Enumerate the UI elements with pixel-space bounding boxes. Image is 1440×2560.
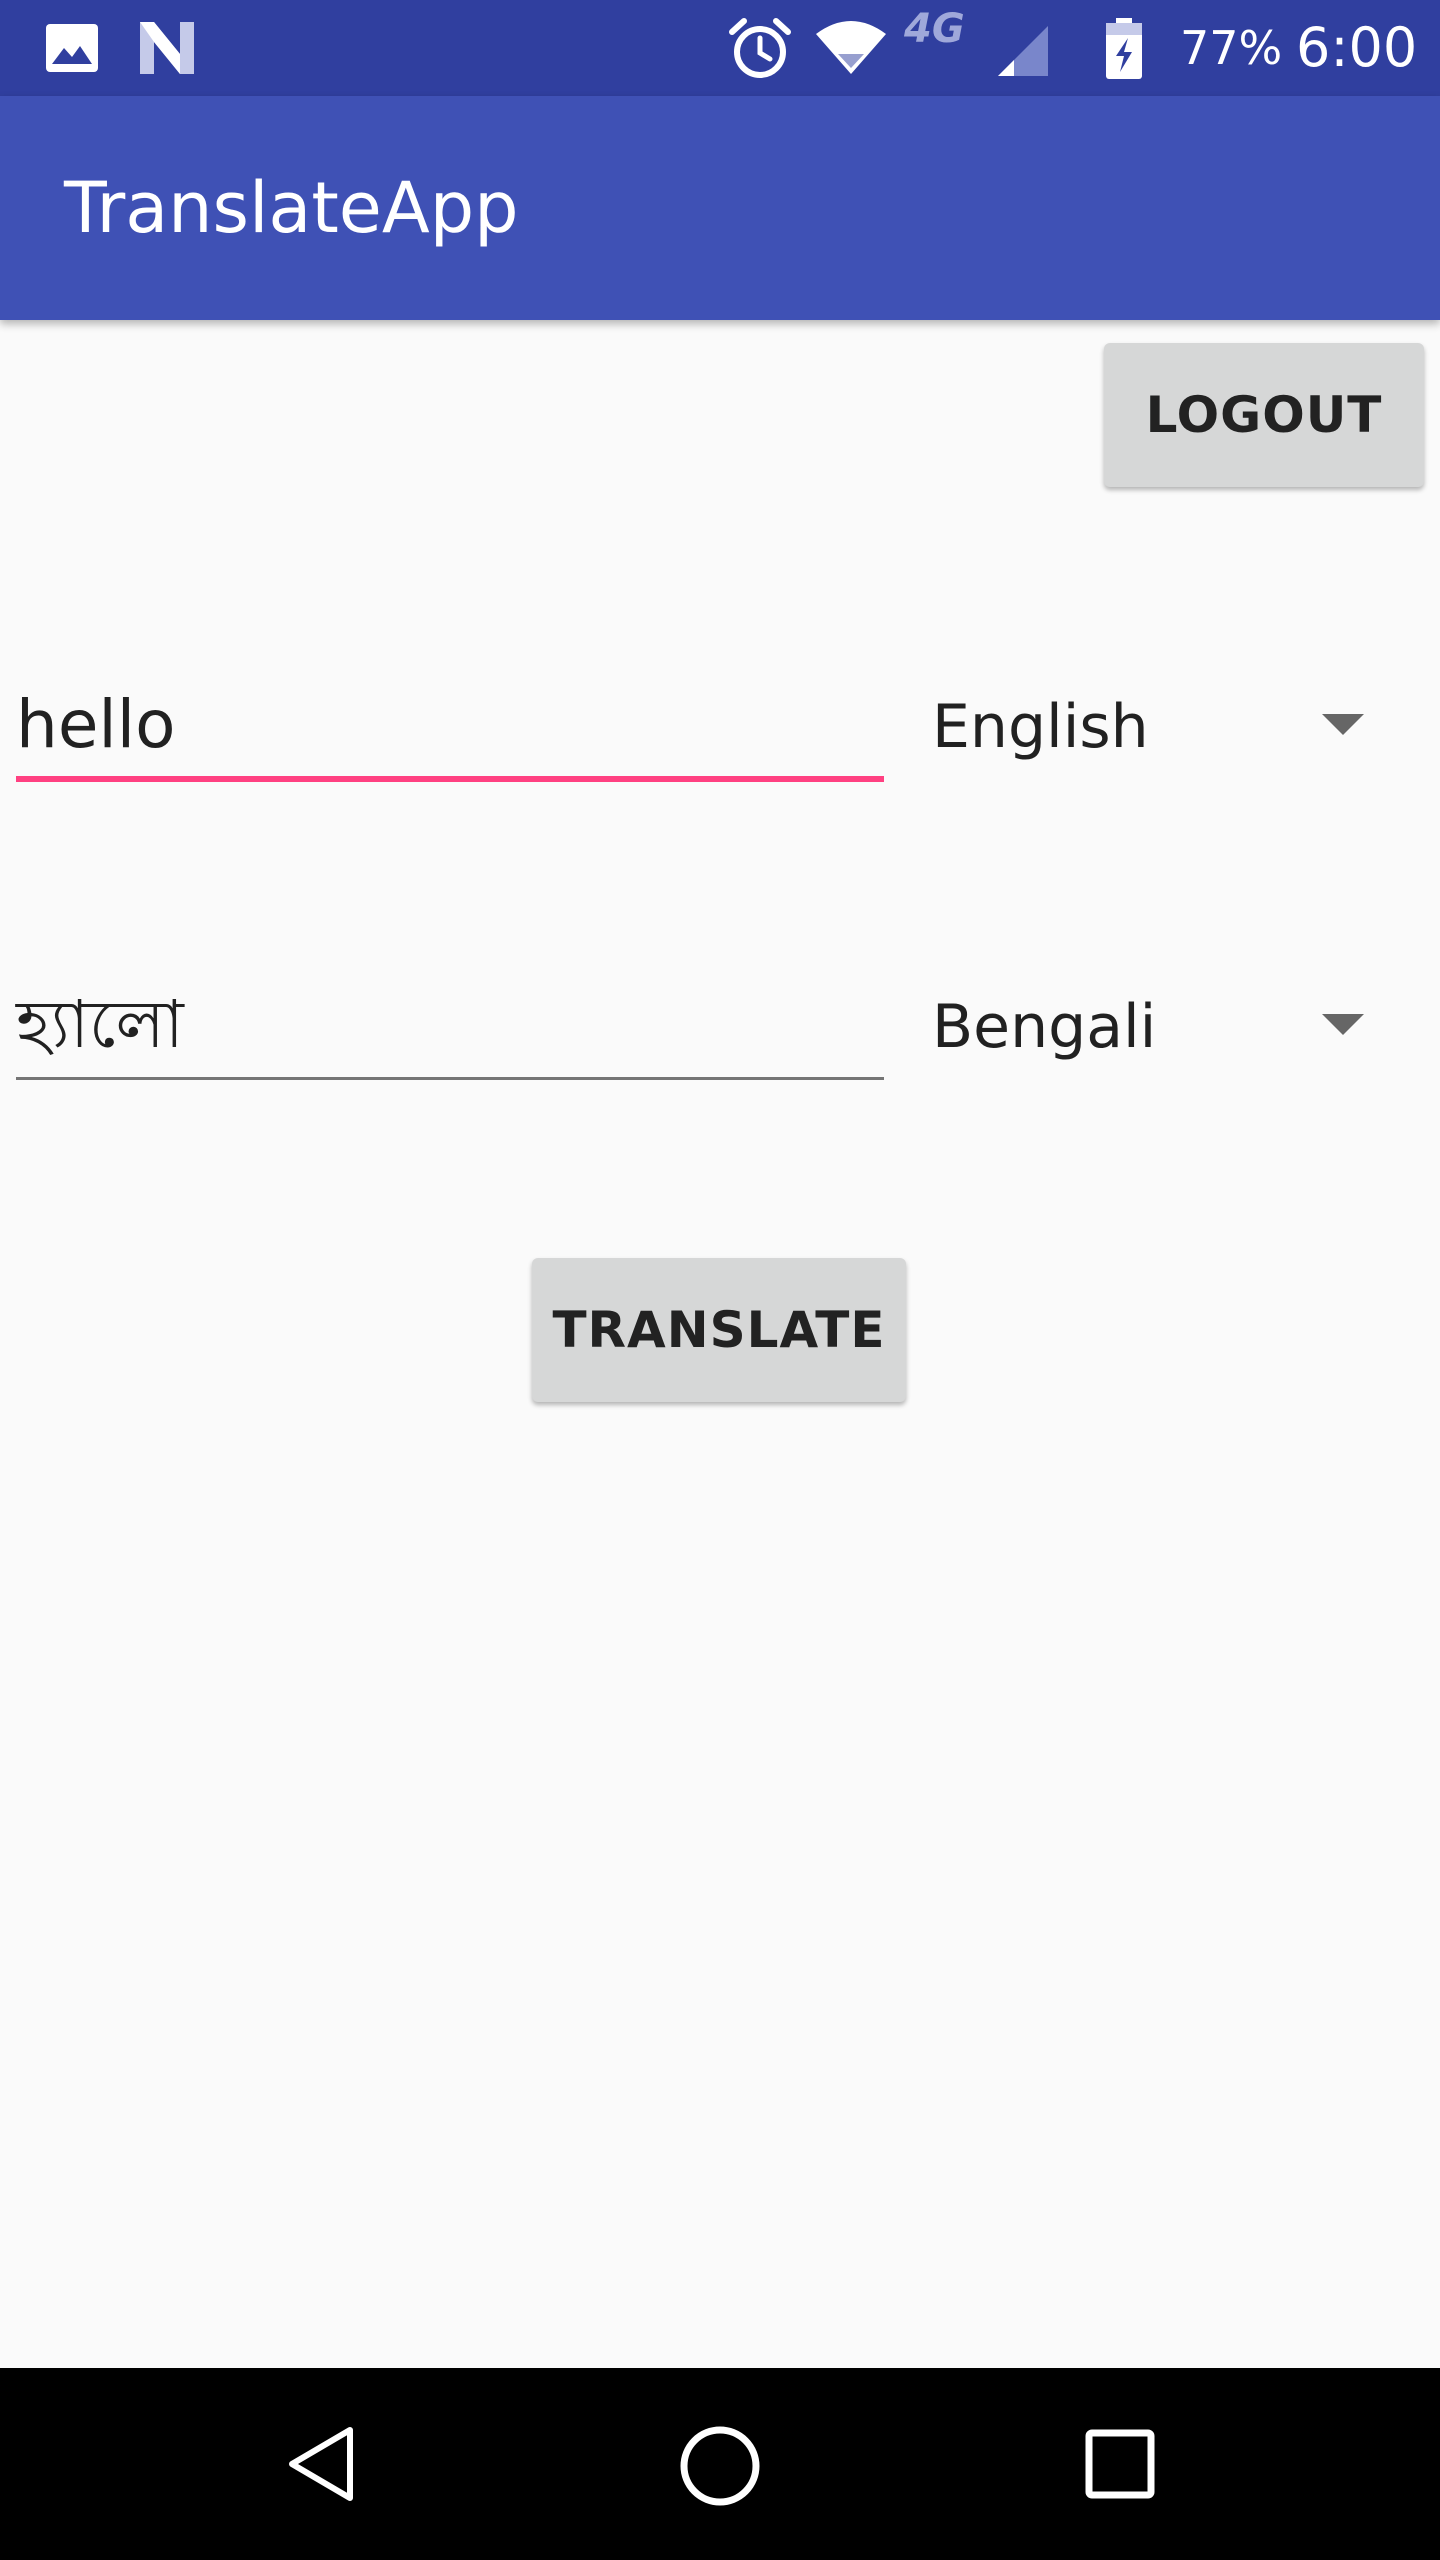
translate-button[interactable]: TRANSLATE [532,1258,906,1402]
clock: 6:00 [1296,16,1418,79]
chevron-down-icon[interactable] [1322,714,1364,735]
home-icon[interactable] [676,2422,764,2510]
source-language-spinner[interactable]: English [932,682,1149,772]
image-icon [46,24,98,72]
back-icon[interactable] [282,2424,362,2504]
source-text-input[interactable]: hello [16,680,176,770]
wifi-icon [816,21,886,74]
target-language-spinner[interactable]: Bengali [932,982,1156,1072]
app-title: TranslateApp [64,167,519,249]
battery-charging-icon [1106,18,1142,79]
logout-button[interactable]: LOGOUT [1104,343,1424,487]
source-input-underline [16,776,884,782]
navigation-bar [0,2368,1440,2560]
recents-icon[interactable] [1084,2428,1156,2500]
app-bar: TranslateApp [0,96,1440,320]
target-input-underline [16,1077,884,1080]
status-bar: 4G 77% 6:00 [0,0,1440,96]
chevron-down-icon[interactable] [1322,1014,1364,1035]
network-type-label: 4G [904,6,965,52]
signal-icon [998,26,1048,76]
alarm-icon [729,18,791,78]
n-icon [140,22,194,74]
battery-percentage: 77% [1180,21,1283,75]
translated-text-output[interactable]: হ্যালো [16,980,184,1070]
